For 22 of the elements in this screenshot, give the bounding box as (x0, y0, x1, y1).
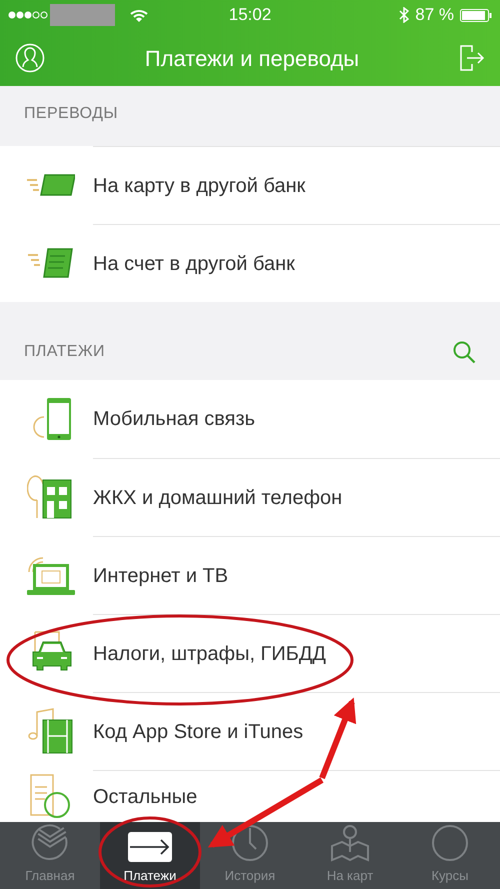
card-icon (24, 173, 74, 197)
coin-icon (431, 824, 469, 862)
battery-icon (460, 8, 492, 22)
document-icon (26, 248, 74, 278)
battery-percent: 87 % (415, 4, 454, 26)
wifi-icon (130, 8, 148, 22)
building-icon (26, 474, 72, 520)
search-icon[interactable] (452, 340, 476, 364)
section-header: ПЕРЕВОДЫ (24, 104, 118, 124)
map-pin-icon (330, 824, 370, 862)
redaction-block (50, 4, 115, 26)
tab[interactable]: Платежи (100, 822, 200, 889)
section-header: ПЛАТЕЖИ (24, 342, 105, 362)
screen-title: Платежи и переводы (144, 44, 360, 73)
music-film-icon (26, 708, 72, 754)
profile-icon[interactable] (15, 43, 45, 73)
bluetooth-icon (399, 7, 410, 23)
checkmark-circle-icon (30, 822, 70, 862)
logout-icon[interactable] (459, 44, 485, 72)
clock-icon (231, 824, 269, 862)
signal-icon (8, 11, 48, 19)
clock: 15:02 (228, 4, 272, 26)
